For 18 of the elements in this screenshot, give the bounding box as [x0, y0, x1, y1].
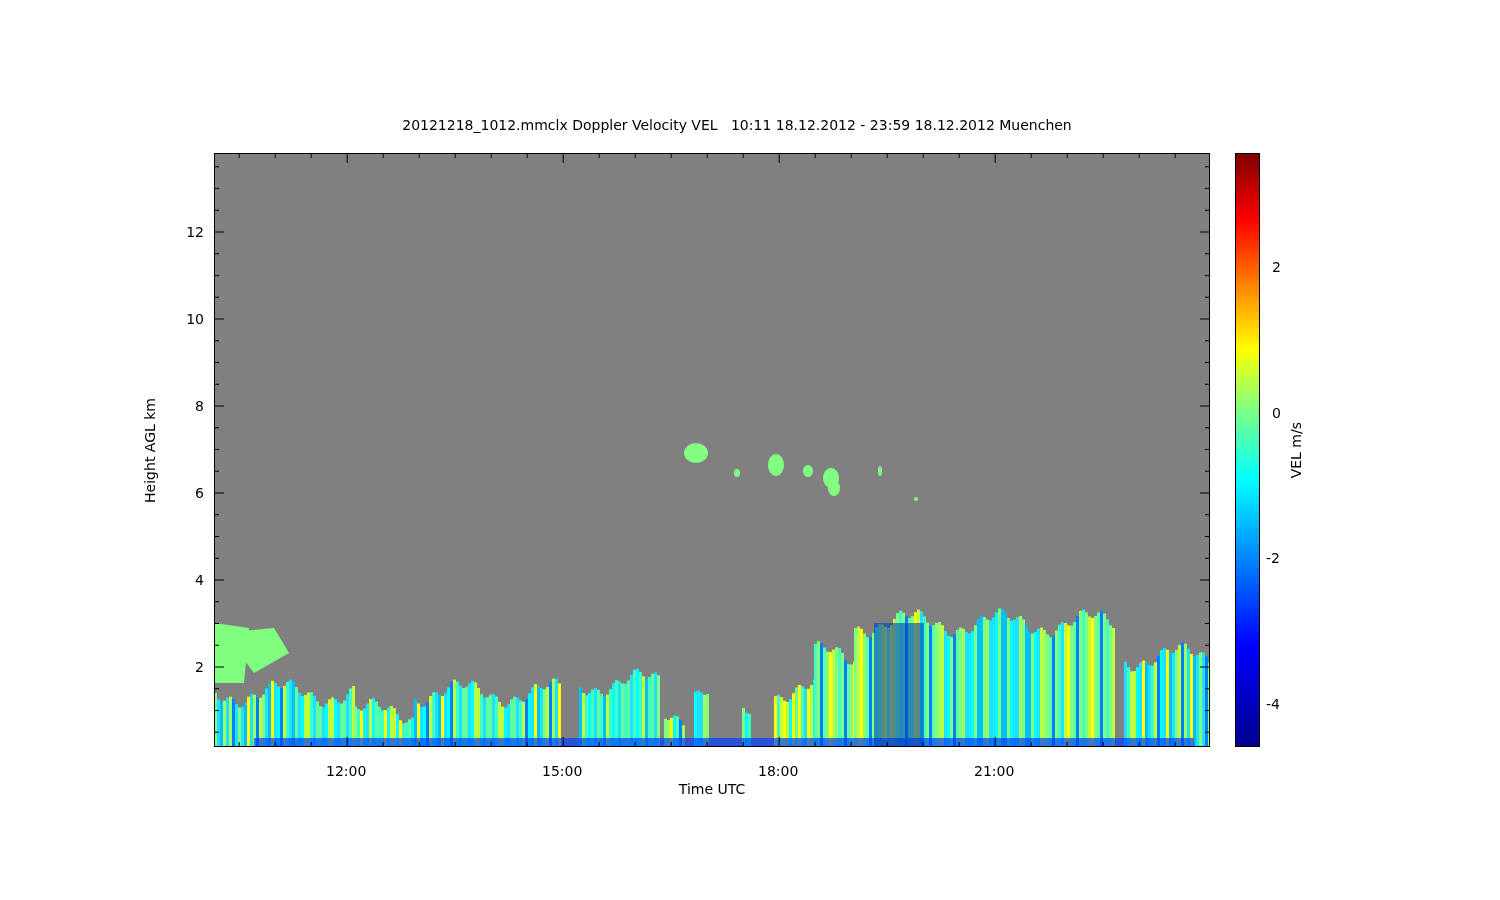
colorbar-tick-label: -2 — [1266, 550, 1280, 566]
y-tick-label: 10 — [186, 311, 204, 327]
x-tick-label: 12:00 — [326, 763, 367, 779]
y-tick-label: 6 — [195, 485, 204, 501]
colorbar-tick-label: 2 — [1272, 259, 1281, 275]
y-tick-label: 8 — [195, 398, 204, 414]
x-tick-label: 21:00 — [974, 763, 1015, 779]
y-tick-label: 2 — [195, 659, 204, 675]
x-axis-label: Time UTC — [678, 781, 746, 797]
colorbar-tick-label: 0 — [1272, 404, 1281, 421]
y-tick-label: 12 — [186, 224, 204, 240]
y-tick-label: 4 — [195, 572, 204, 588]
x-tick-label: 15:00 — [542, 763, 583, 779]
y-axis-label: Height AGL km — [142, 397, 158, 503]
colorbar-tick-label: -4 — [1266, 695, 1280, 712]
x-tick-label: 18:00 — [758, 763, 799, 779]
chart-title: 20121218_1012.mmclx Doppler Velocity VEL 10:11 18.12.2012 - 23:59 18.12.2012 Muenchen — [401, 116, 1073, 135]
colorbar-label: VEL m/s — [1288, 421, 1304, 479]
